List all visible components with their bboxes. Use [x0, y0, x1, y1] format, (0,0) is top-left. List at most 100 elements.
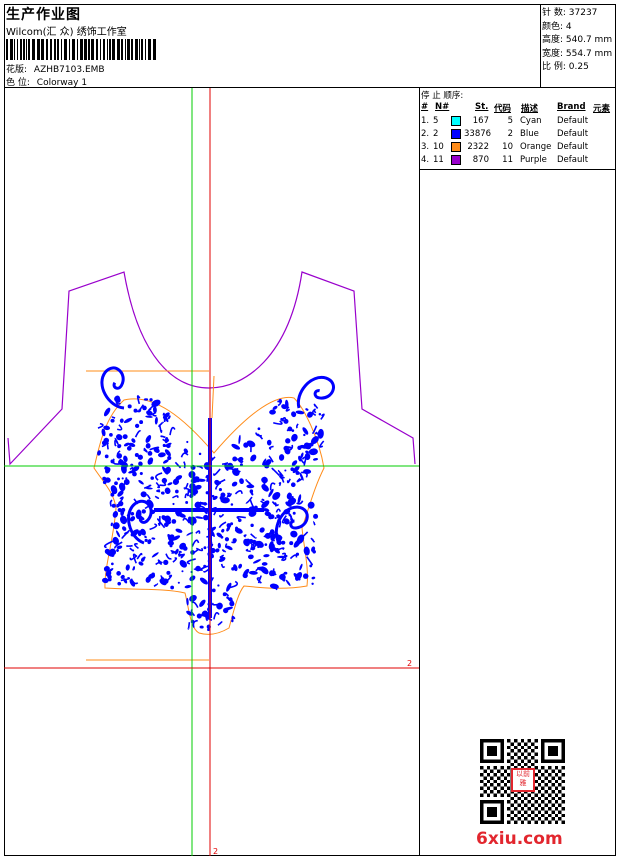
qr-module	[534, 752, 538, 756]
qr-module	[561, 800, 565, 804]
qr-module	[534, 793, 538, 797]
motif-element	[171, 519, 177, 524]
qr-module	[493, 800, 497, 804]
qr-module	[490, 769, 494, 773]
motif-element	[111, 562, 114, 566]
motif-element	[252, 559, 261, 564]
qr-module	[520, 813, 525, 818]
qr-module	[490, 820, 494, 824]
qr-module	[541, 759, 545, 763]
table-row: 2. 2 33876 2 Blue Default	[421, 129, 589, 139]
motif-element	[153, 582, 159, 588]
motif-element	[200, 565, 209, 570]
motif-element	[187, 622, 191, 630]
qr-module	[551, 745, 555, 750]
qr-module	[480, 779, 484, 784]
qr-module	[507, 807, 511, 811]
barcode-bar	[41, 39, 44, 60]
motif-element	[122, 526, 127, 531]
qr-module	[486, 813, 491, 818]
qr-module	[500, 766, 504, 770]
motif-element	[278, 482, 282, 487]
qr-module	[520, 793, 525, 797]
qr-module	[551, 749, 555, 753]
qr-module	[493, 773, 497, 777]
motif-element	[169, 534, 175, 540]
qr-module	[520, 800, 525, 804]
qr-module	[500, 800, 504, 804]
qr-module	[480, 810, 484, 814]
qr-module	[541, 773, 545, 777]
motif-element	[120, 515, 128, 525]
qr-module	[500, 813, 504, 818]
qr-module	[544, 769, 548, 773]
motif-element	[179, 560, 187, 568]
qr-module	[500, 752, 504, 756]
motif-element	[230, 503, 234, 506]
qr-module	[554, 745, 559, 750]
qr-module	[507, 745, 511, 750]
motif-element	[286, 429, 289, 432]
qr-module	[500, 786, 504, 790]
qr-module	[503, 783, 508, 787]
barcode-bar	[46, 39, 48, 60]
qr-module	[554, 773, 559, 777]
motif-element	[295, 423, 299, 429]
qr-module	[541, 749, 545, 753]
motif-element	[198, 452, 202, 456]
motif-element	[285, 438, 291, 444]
barcode-bar	[37, 39, 40, 60]
motif-element	[141, 509, 146, 514]
qr-module	[544, 817, 548, 821]
qr-module	[554, 739, 559, 743]
motif-element	[110, 492, 115, 497]
motif-element	[111, 416, 116, 419]
design-row: 花版: AZHB7103.EMB	[6, 62, 105, 75]
qr-module	[520, 820, 525, 824]
motif-element	[278, 547, 285, 551]
qr-module	[534, 739, 538, 743]
qr-module	[544, 783, 548, 787]
motif-element	[196, 465, 204, 470]
qr-module	[486, 773, 491, 777]
qr-module	[524, 810, 528, 814]
qr-module	[500, 817, 504, 821]
motif-element	[236, 515, 246, 520]
barcode	[6, 39, 156, 60]
motif-element	[115, 397, 121, 403]
barcode-bar	[26, 39, 27, 60]
qr-module	[480, 793, 484, 797]
motif-element	[190, 517, 196, 523]
qr-module	[524, 796, 528, 801]
motif-element	[137, 454, 143, 460]
qr-module	[497, 783, 501, 787]
barcode-bar	[127, 39, 130, 60]
col-header-description: 描述	[521, 104, 539, 114]
motif-element	[152, 411, 157, 417]
qr-module	[483, 790, 487, 794]
axis-marker-bottom: 2	[213, 847, 218, 856]
barcode-bar	[72, 39, 75, 60]
motif-element	[313, 403, 319, 409]
motif-element	[313, 513, 319, 519]
barcode-bar	[145, 39, 146, 60]
qr-module	[500, 759, 504, 763]
qr-module	[493, 793, 497, 797]
qr-module	[561, 779, 565, 784]
qr-module	[514, 759, 518, 763]
qr-module	[531, 756, 535, 760]
motif-element	[307, 501, 315, 509]
motif-element	[257, 545, 260, 549]
stats-block: 针 数: 37237 颜色: 4 高度: 540.7 mm 宽度: 554.7 …	[541, 4, 616, 88]
qr-module	[541, 800, 545, 804]
qr-module	[558, 817, 562, 821]
motif-element	[318, 413, 322, 416]
qr-module	[551, 752, 555, 756]
qr-module	[514, 752, 518, 756]
motif-element	[319, 440, 325, 448]
motif-element	[132, 553, 138, 564]
qr-module	[537, 776, 542, 780]
motif-element	[246, 538, 250, 543]
qr-module	[490, 752, 494, 756]
qr-module	[537, 783, 542, 787]
